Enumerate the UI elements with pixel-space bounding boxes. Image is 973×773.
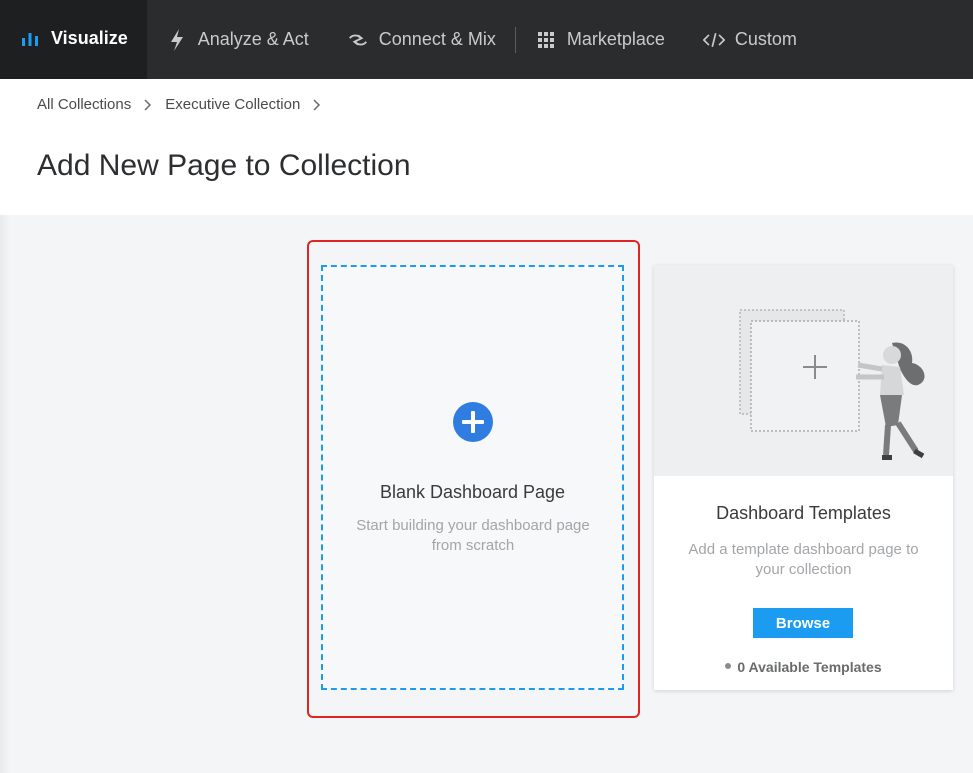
- nav-item-label: Custom: [734, 29, 797, 49]
- lightning-icon: [166, 28, 188, 51]
- breadcrumb: All Collections Executive Collection: [37, 96, 324, 113]
- blank-dashboard-page-card[interactable]: Blank Dashboard Page Start building your…: [321, 265, 624, 690]
- templates-illustration: [654, 265, 953, 476]
- nav-item-label: Connect & Mix: [378, 29, 496, 49]
- nav-item-visualize[interactable]: Visualize: [0, 0, 147, 79]
- blank-card-title: Blank Dashboard Page: [379, 482, 566, 502]
- templates-card-title: Dashboard Templates: [716, 503, 891, 523]
- templates-card-description: Add a template dashboard page to your co…: [688, 541, 919, 578]
- breadcrumb-executive-collection[interactable]: Executive Collection: [165, 96, 300, 113]
- grid-icon: [535, 29, 557, 51]
- nav-item-custom[interactable]: Custom: [684, 0, 816, 79]
- nav-item-analyze-act[interactable]: Analyze & Act: [147, 0, 328, 79]
- nav-item-connect-mix[interactable]: Connect & Mix: [328, 0, 515, 79]
- page-title: Add New Page to Collection: [37, 149, 411, 182]
- blank-card-description: Start building your dashboard page from …: [356, 517, 590, 554]
- nav-item-label: Marketplace: [566, 29, 665, 49]
- dashboard-templates-card: Dashboard Templates Add a template dashb…: [654, 265, 953, 690]
- breadcrumb-all-collections[interactable]: All Collections: [37, 96, 131, 113]
- chevron-right-icon: [141, 98, 155, 112]
- nav-item-label: Analyze & Act: [197, 29, 309, 49]
- browse-button[interactable]: Browse: [753, 608, 853, 638]
- code-icon: [702, 29, 725, 51]
- left-edge-shade: [0, 215, 10, 773]
- nav-item-marketplace[interactable]: Marketplace: [516, 0, 684, 79]
- nav-item-label: Visualize: [51, 27, 128, 48]
- templates-count-text: 0 Available Templates: [737, 659, 882, 675]
- plus-circle-icon: [453, 402, 493, 442]
- connect-arrows-icon: [347, 29, 369, 51]
- chevron-right-icon: [310, 98, 324, 112]
- page-header: All Collections Executive Collection Add…: [0, 79, 973, 215]
- bullet-dot-icon: [725, 663, 732, 670]
- available-templates-count: 0 Available Templates: [654, 659, 953, 675]
- bar-chart-icon: [19, 27, 41, 49]
- top-nav: Visualize Analyze & Act Connect & Mix Ma…: [0, 0, 973, 79]
